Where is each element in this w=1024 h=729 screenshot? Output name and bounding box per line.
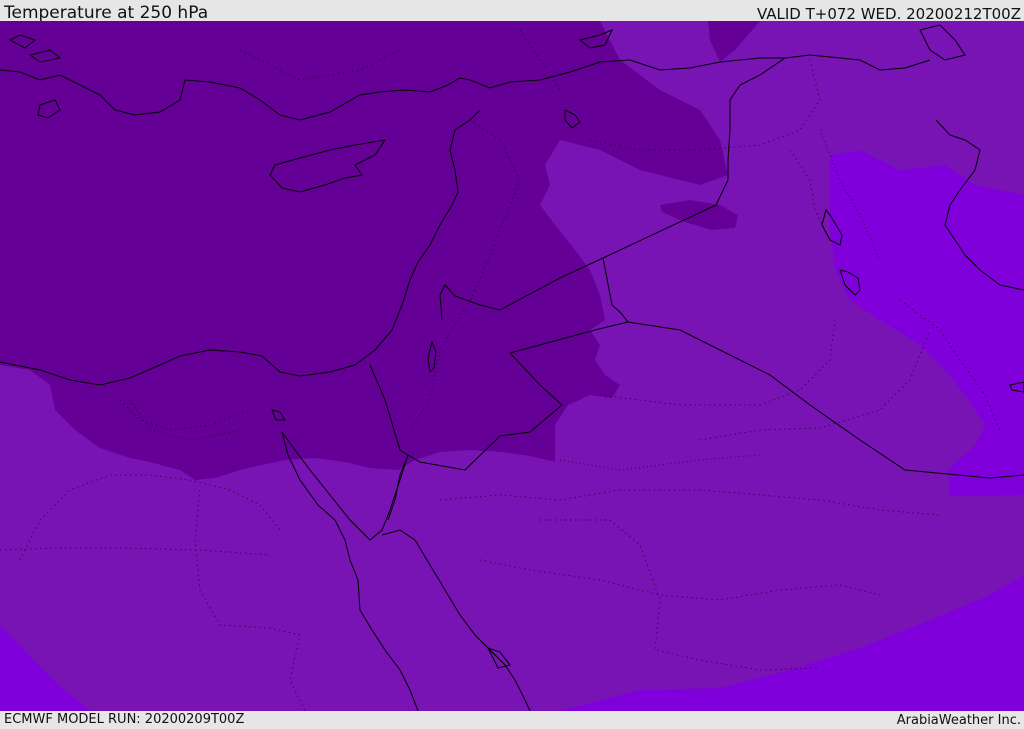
credit-label: ArabiaWeather Inc. <box>896 713 1021 728</box>
map-title: Temperature at 250 hPa <box>4 3 209 23</box>
footer-bar: ECMWF MODEL RUN: 20200209T00Z ArabiaWeat… <box>0 711 1024 729</box>
model-run-label: ECMWF MODEL RUN: 20200209T00Z <box>4 712 245 727</box>
header-bar: Temperature at 250 hPa VALID T+072 WED. … <box>0 0 1024 23</box>
weather-map[interactable] <box>0 21 1024 711</box>
